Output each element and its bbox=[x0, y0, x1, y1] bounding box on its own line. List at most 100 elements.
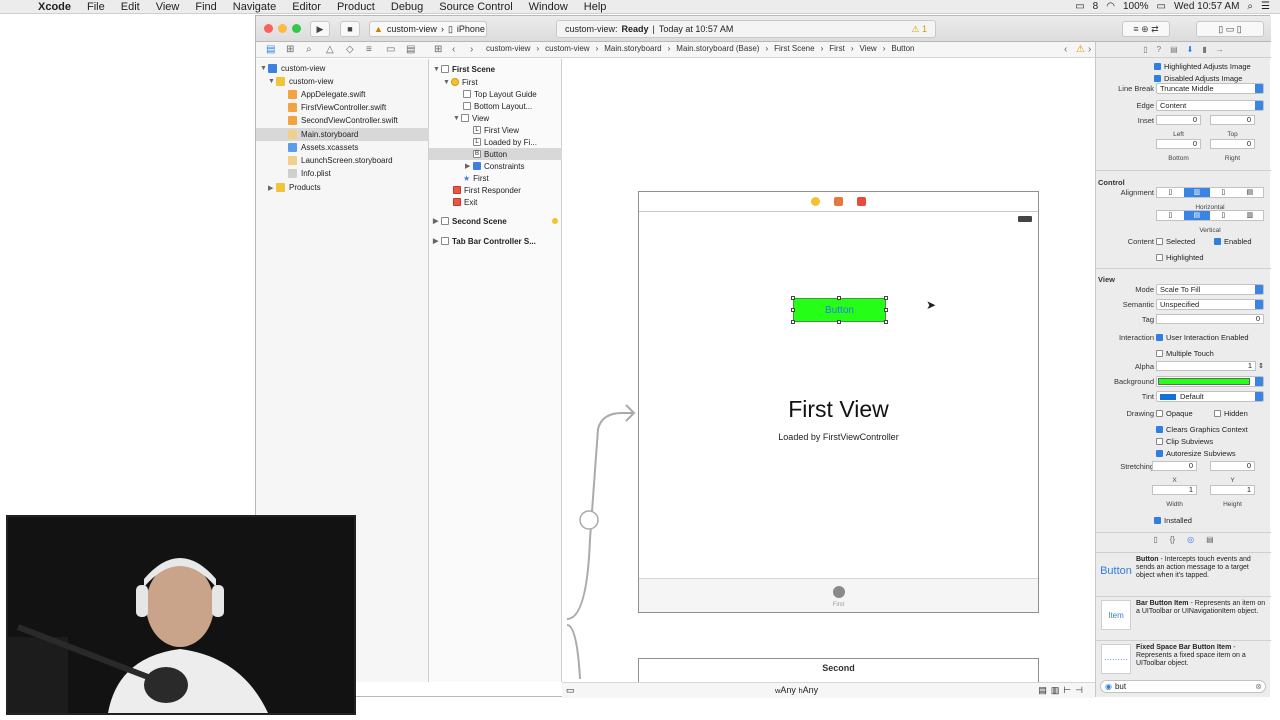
crumb-project[interactable]: custom-view bbox=[486, 44, 530, 53]
resize-handle[interactable] bbox=[837, 320, 841, 324]
stretch-height-field[interactable]: 1 bbox=[1210, 485, 1255, 495]
tag-field[interactable]: 0 bbox=[1156, 314, 1264, 324]
vertical-alignment-control[interactable]: ▯ ▤ ▯ ▥ bbox=[1156, 209, 1264, 221]
autoresize-subviews-checkbox[interactable]: Autoresize Subviews bbox=[1156, 449, 1280, 458]
align-fill-vertical-icon[interactable]: ▥ bbox=[1237, 211, 1264, 220]
object-library-icon[interactable]: ◎ bbox=[1187, 535, 1194, 549]
align-fill-icon[interactable]: ▤ bbox=[1237, 188, 1264, 197]
battery-icon[interactable]: ▭ bbox=[1157, 1, 1166, 12]
editor-mode-control[interactable]: ≡ ⊕ ⇄ bbox=[1122, 21, 1170, 37]
screen-icon[interactable]: ▭ bbox=[1075, 1, 1084, 12]
crumb-view[interactable]: View bbox=[859, 44, 876, 53]
menu-find[interactable]: Find bbox=[187, 1, 224, 13]
nav-item-firstvc[interactable]: FirstViewController.swift bbox=[256, 101, 429, 114]
clear-icon[interactable]: ⊗ bbox=[1255, 682, 1262, 691]
outline-first-view-label[interactable]: L First View bbox=[429, 124, 562, 136]
first-responder-icon[interactable] bbox=[834, 197, 843, 206]
menu-edit[interactable]: Edit bbox=[113, 1, 148, 13]
debug-icon[interactable]: ≡ bbox=[366, 44, 372, 55]
size-class-control[interactable]: wAny hAny bbox=[775, 685, 818, 695]
view-controller-icon[interactable] bbox=[811, 197, 820, 206]
outline-first-tab-item[interactable]: ★ First bbox=[429, 172, 562, 184]
run-button[interactable]: ▶ bbox=[310, 21, 330, 37]
outline-button[interactable]: B Button bbox=[429, 148, 562, 160]
align-center-icon[interactable]: ▥ bbox=[1183, 187, 1210, 197]
resize-handle[interactable] bbox=[884, 320, 888, 324]
nav-item-appdelegate[interactable]: AppDelegate.swift bbox=[256, 88, 429, 101]
outline-first-responder[interactable]: First Responder bbox=[429, 184, 562, 196]
resize-handle[interactable] bbox=[884, 308, 888, 312]
menu-view[interactable]: View bbox=[148, 1, 188, 13]
view-toggle-control[interactable]: ▯ ▭ ▯ bbox=[1196, 21, 1264, 37]
clock[interactable]: Wed 10:57 AM bbox=[1174, 1, 1239, 12]
help-inspector-icon[interactable]: ? bbox=[1157, 45, 1161, 54]
first-view-label[interactable]: First View bbox=[639, 396, 1038, 423]
forward-icon[interactable]: › bbox=[470, 44, 473, 55]
align-left-icon[interactable]: ▯ bbox=[1157, 188, 1184, 197]
inset-top-field[interactable]: 0 bbox=[1210, 115, 1255, 125]
stepper-icon[interactable]: ⇕ bbox=[1258, 362, 1264, 370]
disabled-adjusts-checkbox[interactable]: Disabled Adjusts Image bbox=[1154, 74, 1280, 83]
multiple-touch-checkbox[interactable]: Multiple Touch bbox=[1156, 349, 1280, 358]
file-inspector-icon[interactable]: ▯ bbox=[1143, 45, 1147, 54]
report-icon[interactable]: ▤ bbox=[406, 44, 415, 55]
menu-app[interactable]: Xcode bbox=[30, 1, 79, 13]
related-items-icon[interactable]: ⊞ bbox=[434, 44, 442, 55]
stop-button[interactable]: ■ bbox=[340, 21, 360, 37]
crumb-controller[interactable]: First bbox=[829, 44, 845, 53]
search-icon[interactable]: ⌕ bbox=[306, 44, 312, 55]
folder-icon[interactable]: ▤ bbox=[266, 44, 275, 55]
menu-debug[interactable]: Debug bbox=[383, 1, 431, 13]
nav-item-project[interactable]: ▼ custom-view bbox=[256, 62, 429, 75]
semantic-popup[interactable]: Unspecified bbox=[1156, 298, 1264, 310]
clip-subviews-checkbox[interactable]: Clip Subviews bbox=[1156, 437, 1280, 446]
installed-checkbox[interactable]: Installed bbox=[1154, 516, 1280, 525]
outline-exit[interactable]: Exit bbox=[429, 196, 562, 208]
outline-bottom-layout-guide[interactable]: Bottom Layout... bbox=[429, 100, 562, 112]
issue-icon[interactable]: △ bbox=[326, 44, 334, 55]
align-top-icon[interactable]: ▯ bbox=[1157, 211, 1184, 220]
breakpoint-icon[interactable]: ▭ bbox=[386, 44, 395, 55]
nav-forward-icon[interactable]: › bbox=[1088, 44, 1091, 55]
tab-item-icon[interactable] bbox=[833, 586, 845, 598]
outline-loaded-by-label[interactable]: L Loaded by Fi... bbox=[429, 136, 562, 148]
list-icon[interactable]: ☰ bbox=[1261, 1, 1270, 12]
menu-navigate[interactable]: Navigate bbox=[225, 1, 284, 13]
first-scene[interactable]: Button First View Loaded by FirstViewCon… bbox=[638, 191, 1039, 613]
nav-item-products[interactable]: ▶ Products bbox=[256, 181, 429, 194]
menu-help[interactable]: Help bbox=[576, 1, 615, 13]
close-window-button[interactable] bbox=[264, 24, 273, 33]
nav-item-launchscreen[interactable]: LaunchScreen.storyboard bbox=[256, 154, 429, 167]
inset-bottom-field[interactable]: 0 bbox=[1156, 139, 1201, 149]
jump-warning-icon[interactable]: ⚠ bbox=[1076, 44, 1085, 55]
connections-inspector-icon[interactable]: → bbox=[1216, 45, 1224, 54]
opaque-checkbox[interactable]: Opaque bbox=[1156, 409, 1193, 418]
scheme-selector[interactable]: ▲ custom-view › ▯ iPhone 6 bbox=[369, 21, 487, 37]
library-filter-field[interactable]: ◉ but ⊗ bbox=[1100, 680, 1266, 693]
mode-popup[interactable]: Scale To Fill bbox=[1156, 283, 1264, 295]
edge-popup[interactable]: Content bbox=[1156, 99, 1264, 111]
alpha-field[interactable]: 1 bbox=[1156, 361, 1256, 371]
outline-second-scene[interactable]: ▶ Second Scene bbox=[429, 215, 562, 227]
nav-back-icon[interactable]: ‹ bbox=[1064, 44, 1067, 55]
loaded-by-label[interactable]: Loaded by FirstViewController bbox=[639, 432, 1038, 442]
outline-first-scene[interactable]: ▼ First Scene bbox=[429, 63, 562, 75]
horizontal-alignment-control[interactable]: ▯ ▥ ▯ ▤ bbox=[1156, 186, 1264, 198]
line-break-popup[interactable]: Truncate Middle bbox=[1156, 82, 1264, 94]
tint-popup[interactable]: Default bbox=[1156, 390, 1264, 402]
nav-item-main-storyboard[interactable]: Main.storyboard bbox=[256, 128, 429, 141]
menu-product[interactable]: Product bbox=[329, 1, 383, 13]
resize-handle[interactable] bbox=[884, 296, 888, 300]
clears-graphics-checkbox[interactable]: Clears Graphics Context bbox=[1156, 425, 1280, 434]
stretch-width-field[interactable]: 1 bbox=[1152, 485, 1197, 495]
enabled-checkbox[interactable]: Enabled bbox=[1214, 237, 1252, 246]
identity-inspector-icon[interactable]: ▤ bbox=[1170, 45, 1178, 54]
nav-item-secondvc[interactable]: SecondViewController.swift bbox=[256, 114, 429, 127]
inset-left-field[interactable]: 0 bbox=[1156, 115, 1201, 125]
library-item-fixed-space[interactable]: ········· Fixed Space Bar Button Item - … bbox=[1096, 640, 1271, 678]
storyboard-canvas[interactable]: Button First View Loaded by FirstViewCon… bbox=[562, 59, 1095, 698]
crumb-storyboard-base[interactable]: Main.storyboard (Base) bbox=[676, 44, 759, 53]
library-item-bar-button[interactable]: Item Bar Button Item - Represents an ite… bbox=[1096, 596, 1271, 634]
resize-handle[interactable] bbox=[791, 320, 795, 324]
highlighted-checkbox[interactable]: Highlighted bbox=[1156, 253, 1280, 262]
